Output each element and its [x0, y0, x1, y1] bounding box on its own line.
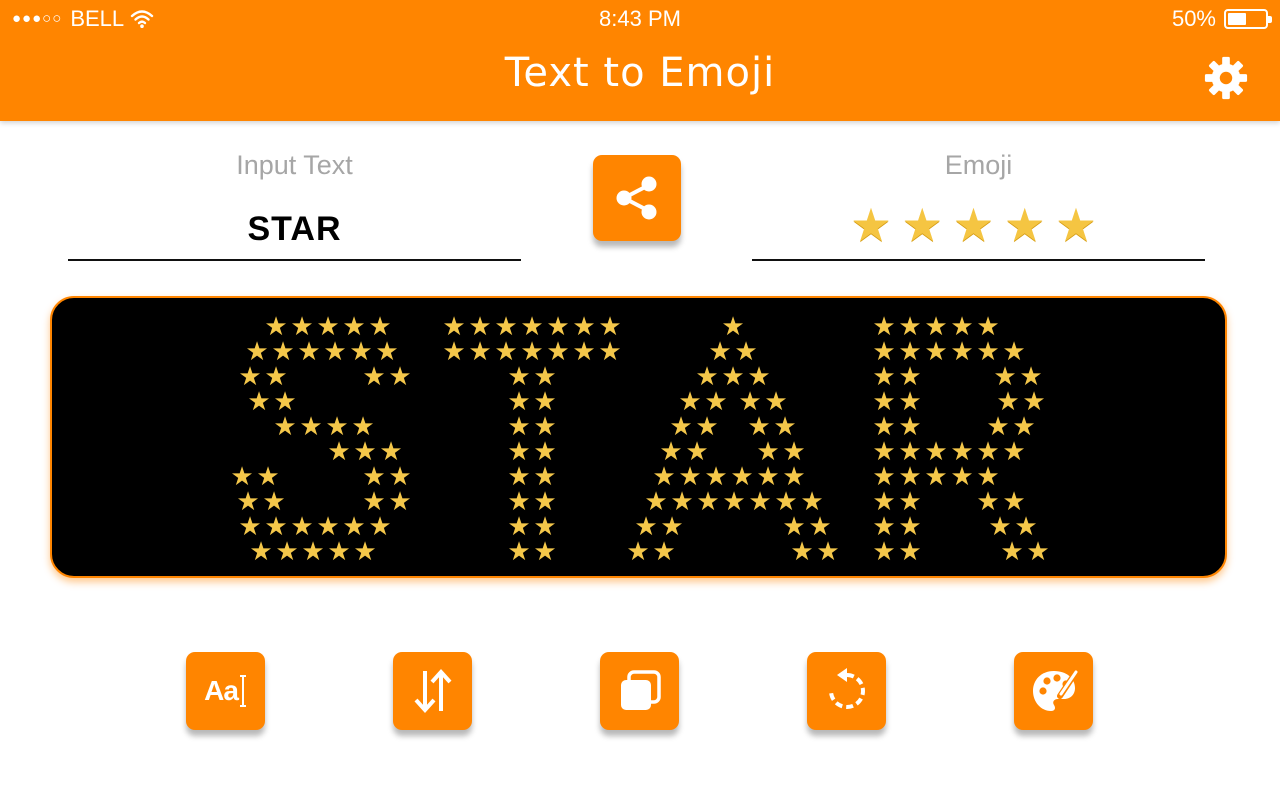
status-right: 50%	[1171, 6, 1272, 32]
copy-button[interactable]	[600, 652, 679, 730]
emoji-art-star: ★	[297, 337, 320, 367]
emoji-art-star: ★	[950, 462, 973, 492]
swap-vertical-icon	[414, 669, 451, 713]
input-text-field[interactable]: STAR	[68, 205, 521, 261]
input-text-value: STAR	[247, 210, 342, 248]
emoji-art-star: ★	[323, 337, 346, 367]
emoji-value: ★★★★★	[850, 199, 1107, 251]
emoji-art-star: ★	[353, 537, 376, 567]
emoji-field[interactable]: ★★★★★	[752, 195, 1205, 261]
emoji-art-star: ★	[872, 537, 895, 567]
emoji-art-star: ★	[442, 337, 465, 367]
emoji-art-star: ★	[924, 462, 947, 492]
emoji-art-star: ★	[388, 362, 411, 392]
emoji-art-star: ★	[275, 537, 298, 567]
status-time: 8:43 PM	[599, 6, 681, 31]
emoji-art-display: ★ ★ ★ ★ ★ ★ ★ ★ ★ ★ ★ ★ ★ ★ ★ ★ ★ ★ ★ ★ ★ ★ ★ ★ ★ ★ ★ ★ ★ ★ ★ ★ ★ ★ ★ ★ ★ ★ ★ ★…	[50, 296, 1227, 578]
emoji-art-star: ★	[924, 337, 947, 367]
status-bar: ●●●○○ BELL 8:43 PM 50%	[0, 0, 1280, 36]
emoji-art-star: ★	[1026, 537, 1049, 567]
emoji-art-star: ★	[362, 362, 385, 392]
emoji-art-star: ★	[816, 537, 839, 567]
text-cursor-icon	[239, 675, 246, 707]
emoji-art-star: ★	[626, 537, 649, 567]
battery-fill	[1228, 13, 1246, 25]
emoji-art-star: ★	[299, 412, 322, 442]
emoji-art-star: ★	[273, 412, 296, 442]
emoji-art-star: ★	[301, 537, 324, 567]
emoji-art-star: ★	[1000, 537, 1023, 567]
emoji-art-star: ★	[507, 537, 530, 567]
share-icon	[616, 176, 657, 220]
battery-nub	[1268, 16, 1272, 23]
emoji-art-star: ★	[1002, 437, 1025, 467]
emoji-art-star: ★	[572, 337, 595, 367]
emoji-art-star: ★	[327, 537, 350, 567]
font-icon: Aa	[204, 675, 239, 706]
emoji-art-star: ★	[652, 537, 675, 567]
emoji-art-star: ★	[249, 537, 272, 567]
emoji-art-star: ★	[748, 487, 771, 517]
palette-icon	[1032, 669, 1079, 711]
emoji-art-star: ★	[388, 487, 411, 517]
emoji-art-star: ★	[598, 337, 621, 367]
emoji-art-star: ★	[696, 487, 719, 517]
flip-vertical-button[interactable]	[393, 652, 472, 730]
share-button[interactable]	[593, 155, 681, 241]
copy-icon	[620, 670, 661, 710]
emoji-art-star: ★	[468, 337, 491, 367]
emoji-art-star: ★	[722, 487, 745, 517]
emoji-art-star: ★	[950, 337, 973, 367]
page-title: Text to Emoji	[504, 50, 776, 96]
battery-icon	[1224, 9, 1272, 29]
emoji-art-star: ★	[533, 537, 556, 567]
input-text-label: Input Text	[236, 150, 353, 180]
emoji-art-star: ★	[247, 387, 270, 417]
gear-icon[interactable]	[1203, 55, 1249, 101]
reset-icon	[828, 668, 865, 709]
app-screen: ●●●○○ BELL 8:43 PM 50% Text to Emoji Inp…	[0, 0, 1280, 800]
header-bar: ●●●○○ BELL 8:43 PM 50% Text to Emoji	[0, 0, 1280, 121]
emoji-label: Emoji	[944, 150, 1013, 180]
emoji-art-star: ★	[898, 537, 921, 567]
emoji-art-canvas: ★ ★ ★ ★ ★★ ★ ★ ★ ★ ★★ ★ ★ ★★ ★★ ★ ★ ★★ ★ ★★ ★ ★ ★★ ★ ★ ★★ ★ ★ ★ ★ ★★ ★…	[230, 312, 1049, 567]
font-button[interactable]: Aa	[186, 652, 265, 730]
battery-percent: 50%	[1171, 6, 1216, 31]
color-button[interactable]	[1014, 652, 1093, 730]
emoji-art-star: ★	[327, 437, 350, 467]
emoji-art-star: ★	[790, 537, 813, 567]
reset-button[interactable]	[807, 652, 886, 730]
